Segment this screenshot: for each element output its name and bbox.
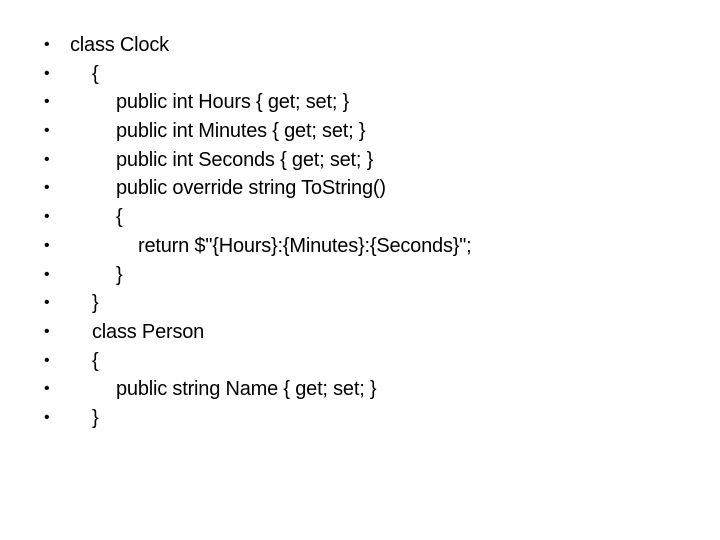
code-line: return $"{Hours}:{Minutes}:{Seconds}"; bbox=[138, 234, 472, 257]
bullet-icon: • bbox=[44, 380, 50, 398]
list-item: • { bbox=[0, 347, 99, 376]
slide: • class Clock • { • public int Hours { g… bbox=[0, 0, 720, 540]
code-line: public int Hours { get; set; } bbox=[116, 91, 350, 114]
list-item: • public int Minutes { get; set; } bbox=[0, 117, 366, 146]
code-line: public string Name { get; set; } bbox=[116, 378, 377, 401]
code-line: public int Minutes { get; set; } bbox=[116, 120, 366, 143]
bullet-icon: • bbox=[44, 93, 50, 111]
bullet-icon: • bbox=[44, 265, 50, 283]
list-item: • public override string ToString() bbox=[0, 174, 386, 203]
code-line: { bbox=[116, 206, 123, 229]
list-item: • public int Hours { get; set; } bbox=[0, 88, 349, 117]
list-item: • { bbox=[0, 203, 123, 232]
list-item: • public int Seconds { get; set; } bbox=[0, 146, 373, 175]
list-item: • return $"{Hours}:{Minutes}:{Seconds}"; bbox=[0, 232, 472, 261]
code-bullet-list: • class Clock • { • public int Hours { g… bbox=[0, 31, 472, 433]
bullet-icon: • bbox=[44, 208, 50, 226]
code-line: { bbox=[92, 349, 99, 372]
code-line: class Clock bbox=[70, 34, 169, 56]
list-item: • public string Name { get; set; } bbox=[0, 375, 377, 404]
code-line: class Person bbox=[92, 320, 205, 343]
bullet-icon: • bbox=[44, 179, 50, 197]
list-item: • class Person bbox=[0, 318, 204, 347]
list-item: • } bbox=[0, 261, 123, 290]
list-item: • class Clock bbox=[0, 31, 169, 60]
bullet-icon: • bbox=[44, 64, 50, 82]
code-line: } bbox=[92, 292, 99, 315]
bullet-icon: • bbox=[44, 236, 50, 254]
list-item: • } bbox=[0, 289, 99, 318]
code-line: public override string ToString() bbox=[116, 177, 386, 200]
bullet-icon: • bbox=[44, 408, 50, 426]
code-line: } bbox=[92, 406, 99, 429]
bullet-icon: • bbox=[44, 122, 50, 140]
bullet-icon: • bbox=[44, 351, 50, 369]
code-line: } bbox=[116, 263, 123, 286]
code-line: { bbox=[92, 62, 99, 85]
list-item: • } bbox=[0, 404, 99, 433]
bullet-icon: • bbox=[44, 36, 50, 53]
bullet-icon: • bbox=[44, 294, 50, 312]
list-item: • { bbox=[0, 60, 99, 89]
bullet-icon: • bbox=[44, 322, 50, 340]
code-line: public int Seconds { get; set; } bbox=[116, 148, 374, 171]
bullet-icon: • bbox=[44, 150, 50, 168]
